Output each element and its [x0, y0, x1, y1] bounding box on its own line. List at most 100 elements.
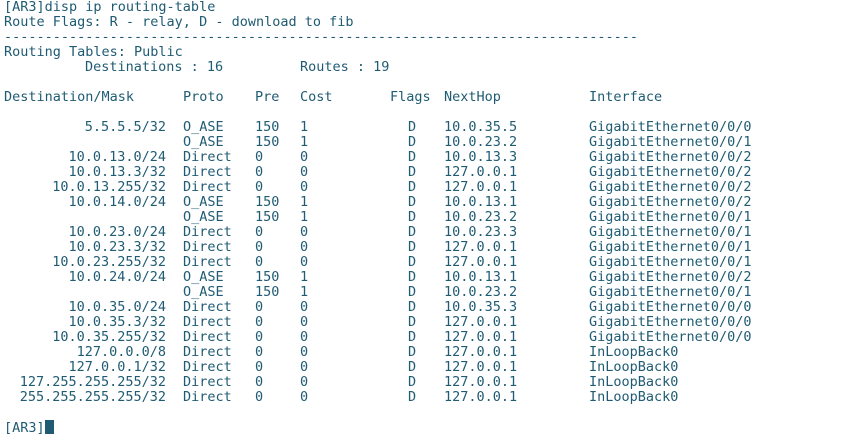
cell-nexthop: 10.0.35.5	[444, 119, 518, 135]
cell-pre: 0	[255, 314, 264, 330]
cell-dest: 10.0.24.0/24	[68, 269, 166, 285]
cell-pre: 0	[255, 299, 264, 315]
cell-iface: GigabitEthernet0/0/1	[589, 239, 752, 255]
cell-proto: Direct	[183, 179, 232, 195]
cell-dest: 10.0.35.255/32	[52, 329, 166, 345]
cell-cost: 0	[300, 374, 309, 390]
cell-cost: 1	[300, 269, 309, 285]
command-line: [AR3]disp ip routing-table	[4, 0, 216, 15]
cell-dest: 10.0.23.255/32	[52, 254, 166, 270]
cell-dest	[4, 285, 166, 300]
cell-iface: GigabitEthernet0/0/0	[589, 314, 752, 330]
cell-cost: 0	[300, 164, 309, 180]
cell-pre: 150	[255, 119, 280, 135]
cell-cost: 0	[300, 254, 309, 270]
header-pre: Pre	[255, 89, 280, 105]
cell-nexthop: 127.0.0.1	[444, 374, 518, 390]
cell-proto: Direct	[183, 239, 232, 255]
cell-flags: D	[408, 119, 417, 135]
cell-cost: 0	[300, 389, 309, 405]
cell-flags: D	[408, 239, 417, 255]
cell-cost: 1	[300, 209, 309, 225]
routes-count: Routes : 19	[300, 59, 390, 75]
cell-proto: O_ASE	[183, 119, 224, 135]
cell-dest: 10.0.14.0/24	[68, 194, 166, 210]
cell-nexthop: 10.0.35.3	[444, 299, 518, 315]
prompt-text: [AR3]	[4, 420, 45, 436]
cell-dest: 10.0.35.0/24	[68, 299, 166, 315]
cell-nexthop: 10.0.23.2	[444, 209, 518, 225]
cell-flags: D	[408, 329, 417, 345]
cell-pre: 0	[255, 179, 264, 195]
cell-iface: GigabitEthernet0/0/2	[589, 179, 752, 195]
cell-flags: D	[408, 314, 417, 330]
cell-flags: D	[408, 224, 417, 240]
header-cost: Cost	[300, 89, 333, 105]
cell-cost: 0	[300, 329, 309, 345]
cell-proto: Direct	[183, 329, 232, 345]
cell-proto: Direct	[183, 314, 232, 330]
cell-flags: D	[408, 209, 417, 225]
header-proto: Proto	[183, 89, 224, 105]
cell-nexthop: 127.0.0.1	[444, 359, 518, 375]
cell-nexthop: 127.0.0.1	[444, 329, 518, 345]
cell-proto: Direct	[183, 149, 232, 165]
cell-dest: 10.0.23.3/32	[68, 239, 166, 255]
cell-dest: 10.0.35.3/32	[68, 314, 166, 330]
cell-proto: Direct	[183, 389, 232, 405]
cell-dest: 127.0.0.0/8	[76, 344, 166, 360]
cell-proto: Direct	[183, 344, 232, 360]
cell-iface: GigabitEthernet0/0/0	[589, 299, 752, 315]
cell-pre: 0	[255, 374, 264, 390]
cell-pre: 0	[255, 359, 264, 375]
cell-proto: Direct	[183, 254, 232, 270]
cell-flags: D	[408, 134, 417, 150]
cell-iface: GigabitEthernet0/0/0	[589, 329, 752, 345]
cell-dest	[4, 210, 166, 225]
cell-iface: GigabitEthernet0/0/1	[589, 254, 752, 270]
cell-iface: GigabitEthernet0/0/1	[589, 284, 752, 300]
cell-proto: O_ASE	[183, 134, 224, 150]
cell-dest: 10.0.23.0/24	[68, 224, 166, 240]
cell-flags: D	[408, 194, 417, 210]
cell-flags: D	[408, 299, 417, 315]
cell-iface: GigabitEthernet0/0/2	[589, 194, 752, 210]
cell-proto: Direct	[183, 359, 232, 375]
cell-iface: GigabitEthernet0/0/2	[589, 269, 752, 285]
cell-pre: 0	[255, 149, 264, 165]
command-prompt[interactable]: [AR3]	[4, 420, 54, 436]
header-interface: Interface	[589, 89, 663, 105]
cell-pre: 0	[255, 224, 264, 240]
cell-iface: InLoopBack0	[589, 359, 679, 375]
cell-flags: D	[408, 389, 417, 405]
cell-cost: 0	[300, 179, 309, 195]
text-cursor	[44, 420, 54, 434]
cell-nexthop: 127.0.0.1	[444, 164, 518, 180]
cell-nexthop: 10.0.13.3	[444, 149, 518, 165]
cell-iface: GigabitEthernet0/0/1	[589, 134, 752, 150]
cell-dest: 5.5.5.5/32	[84, 119, 166, 135]
cell-pre: 0	[255, 329, 264, 345]
cell-nexthop: 127.0.0.1	[444, 254, 518, 270]
terminal-window[interactable]: [AR3]disp ip routing-table Route Flags: …	[0, 0, 841, 437]
cell-pre: 150	[255, 209, 280, 225]
cell-nexthop: 10.0.13.1	[444, 194, 518, 210]
cell-dest: 10.0.13.0/24	[68, 149, 166, 165]
cell-flags: D	[408, 344, 417, 360]
cell-dest: 127.255.255.255/32	[19, 374, 166, 390]
cell-flags: D	[408, 149, 417, 165]
cell-iface: GigabitEthernet0/0/1	[589, 224, 752, 240]
destinations-count: Destinations : 16	[85, 59, 224, 75]
cell-pre: 0	[255, 389, 264, 405]
cell-proto: O_ASE	[183, 194, 224, 210]
cell-cost: 0	[300, 149, 309, 165]
cell-nexthop: 127.0.0.1	[444, 179, 518, 195]
cell-cost: 1	[300, 134, 309, 150]
header-nexthop: NextHop	[444, 89, 501, 105]
cell-nexthop: 10.0.23.2	[444, 134, 518, 150]
header-flags: Flags	[390, 89, 431, 105]
cell-dest: 255.255.255.255/32	[19, 389, 166, 405]
routing-tables-label: Routing Tables: Public	[4, 44, 183, 60]
cell-nexthop: 127.0.0.1	[444, 314, 518, 330]
route-flags-legend: Route Flags: R - relay, D - download to …	[4, 14, 354, 30]
